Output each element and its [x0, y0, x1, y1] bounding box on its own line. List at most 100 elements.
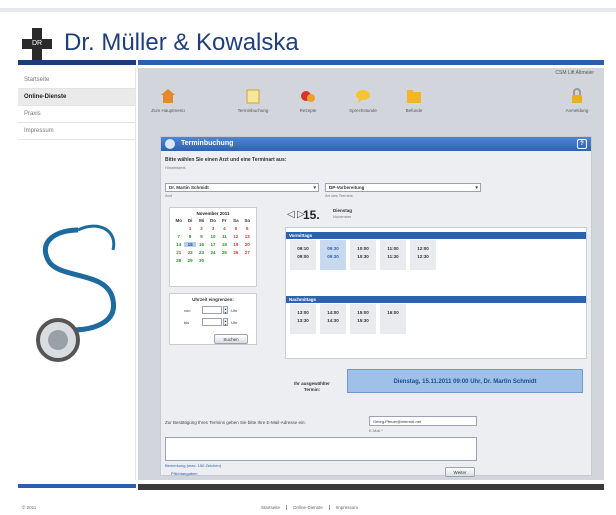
calendar-day[interactable]: 11	[219, 234, 230, 239]
content-top-bar	[138, 60, 604, 65]
time-slot[interactable]: 15:00 15:30	[350, 304, 376, 334]
email-label: E-Mail *	[369, 428, 384, 433]
calendar-day	[219, 258, 230, 263]
calendar-day[interactable]: 20	[242, 242, 253, 247]
footer-link-online-dienste[interactable]: Online-Dienste	[287, 505, 330, 510]
slot-time: 09:30	[327, 246, 339, 251]
time-slot-selected[interactable]: 09:30 09:30	[320, 240, 346, 270]
pills-icon	[300, 88, 316, 104]
toolbar-booking[interactable]: Terminbuchung	[228, 88, 278, 113]
afternoon-header: Nachmittags	[286, 296, 586, 303]
sidebar-item-startseite[interactable]: Startseite	[18, 72, 135, 89]
continue-button[interactable]: Weiter	[445, 467, 475, 477]
search-button[interactable]: Suchen	[214, 334, 248, 344]
prev-day-icon[interactable]: ◁	[287, 209, 295, 220]
slot-time: 10:30	[357, 254, 369, 259]
calendar-day[interactable]: 6	[242, 226, 253, 231]
instruction-text: Bitte wählen Sie einen Arzt und eine Ter…	[165, 157, 287, 163]
calendar-day[interactable]: 19	[230, 242, 241, 247]
toolbar-consultation[interactable]: Sprechstunde	[338, 88, 388, 113]
calendar-day[interactable]: 28	[173, 258, 184, 263]
type-select[interactable]: DP-Vorbereitung ▾	[325, 183, 481, 192]
chat-icon	[355, 88, 371, 104]
time-slot[interactable]: 12:00 12:30	[410, 240, 436, 270]
calendar-day[interactable]: 4	[219, 226, 230, 231]
footer-link-impressum[interactable]: Impressum	[330, 505, 364, 510]
time-slot[interactable]: 10:00 10:30	[350, 240, 376, 270]
time-slot[interactable]: 16:00	[380, 304, 406, 334]
weekday: Sa	[233, 218, 239, 223]
stepper-icon[interactable]: ▲ ▼	[223, 318, 228, 327]
calendar-day[interactable]: 25	[219, 250, 230, 255]
calendar-day[interactable]: 13	[242, 234, 253, 239]
page: DR Dr. Müller & Kowalska Startseite Onli…	[0, 0, 616, 515]
toolbar-prescriptions[interactable]: Rezepte	[288, 88, 328, 113]
calendar-day[interactable]: 29	[184, 258, 195, 263]
slot-time: 12:30	[417, 254, 429, 259]
sidebar-item-praxis[interactable]: Praxis	[18, 106, 135, 123]
stethoscope-image	[36, 224, 116, 362]
remarks-label: Bemerkung (max. 150 Zeichen)	[165, 463, 222, 468]
time-slots: Vormittags 09:10 09:00 09:30 09:30 10:00 10…	[285, 227, 587, 359]
calendar-day[interactable]: 27	[242, 250, 253, 255]
calendar-day[interactable]: 22	[184, 250, 195, 255]
logo-text: DR	[31, 40, 43, 47]
calendar-day[interactable]: 8	[184, 234, 195, 239]
day-month: November	[333, 214, 352, 219]
calendar-day[interactable]: 16	[196, 242, 207, 247]
calendar-grid: Mo Di Mi Do Fr Sa So 123456 7 8 9 10 11 12 13 14 15 16…	[173, 218, 253, 263]
calendar-day[interactable]: 17	[207, 242, 218, 247]
sidebar-item-impressum[interactable]: Impressum	[18, 123, 135, 140]
panel-header: Terminbuchung ?	[161, 137, 591, 151]
calendar-day[interactable]: 1	[184, 226, 195, 231]
brand-title: Dr. Müller & Kowalska	[64, 29, 299, 56]
time-to-row: bis ▲ ▼ Uhr	[170, 317, 256, 328]
calendar-day[interactable]: 26	[230, 250, 241, 255]
weekday: So	[244, 218, 251, 223]
slot-time: 09:10	[297, 246, 309, 251]
calendar-day	[207, 258, 218, 263]
email-field[interactable]: Georg.Pfeuer@internet.net	[369, 416, 477, 426]
time-slot[interactable]: 14:00 14:30	[320, 304, 346, 334]
slot-time: 11:30	[387, 254, 399, 259]
sidebar-item-online-dienste[interactable]: Online-Dienste	[18, 89, 135, 106]
slot-time: 14:30	[327, 318, 339, 323]
remarks-field[interactable]	[165, 437, 477, 461]
calendar-day[interactable]: 9	[196, 234, 207, 239]
calendar-day[interactable]: 23	[196, 250, 207, 255]
account-name[interactable]: CSM Lift Altmeier	[555, 70, 594, 76]
footer-link-startseite[interactable]: Startseite	[255, 505, 288, 510]
calendar-day-selected[interactable]: 15	[184, 242, 196, 247]
calendar-day[interactable]: 14	[173, 242, 184, 247]
stepper-icon[interactable]: ▲ ▼	[223, 306, 228, 315]
toolbar-login[interactable]: Anmeldung	[554, 88, 600, 113]
time-slot[interactable]: 09:10 09:00	[290, 240, 316, 270]
toolbar-home[interactable]: Zum Hauptmenü	[148, 88, 188, 113]
calendar-day[interactable]: 3	[207, 226, 218, 231]
time-unit: Uhr	[231, 308, 238, 313]
slot-time: 10:00	[357, 246, 369, 251]
time-slot[interactable]: 13:00 13:30	[290, 304, 316, 334]
doctor-select-value: Dr. Martin Schmidt	[169, 185, 209, 190]
calendar-day[interactable]: 18	[219, 242, 230, 247]
copyright: © 2011	[22, 505, 37, 510]
required-fields-note: Pflichtangaben	[171, 471, 198, 476]
time-to-input[interactable]	[202, 318, 222, 326]
clock-icon	[165, 139, 175, 149]
toolbar-findings[interactable]: Befunde	[394, 88, 434, 113]
calendar-day[interactable]: 12	[230, 234, 241, 239]
calendar-day[interactable]: 21	[173, 250, 184, 255]
help-button[interactable]: ?	[577, 139, 587, 149]
calendar-day[interactable]: 7	[173, 234, 184, 239]
time-slot[interactable]: 11:00 11:30	[380, 240, 406, 270]
calendar-day[interactable]: 2	[196, 226, 207, 231]
calendar-day[interactable]: 10	[207, 234, 218, 239]
calendar-day[interactable]: 24	[207, 250, 218, 255]
weekday: Di	[187, 218, 193, 223]
doctor-select[interactable]: Dr. Martin Schmidt ▾	[165, 183, 319, 192]
calendar-day[interactable]: 5	[230, 226, 241, 231]
calendar-day[interactable]: 30	[196, 258, 207, 263]
booking-panel: Terminbuchung ? Bitte wählen Sie einen A…	[160, 136, 592, 477]
slot-time: 09:30	[327, 254, 339, 259]
time-from-input[interactable]	[202, 306, 222, 314]
